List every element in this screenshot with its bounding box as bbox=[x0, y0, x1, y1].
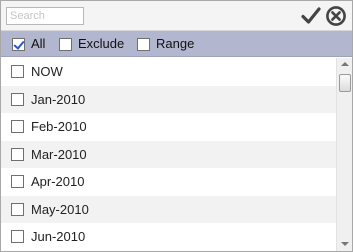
list-item-checkbox[interactable] bbox=[11, 92, 24, 106]
apply-button[interactable] bbox=[300, 5, 322, 27]
list-item-label: May-2010 bbox=[31, 201, 89, 217]
scroll-down-arrow-icon[interactable] bbox=[337, 237, 352, 251]
list-item-checkbox[interactable] bbox=[11, 147, 24, 161]
list-item-checkbox[interactable] bbox=[11, 230, 24, 244]
value-list: NOW Jan-2010 Feb-2010 Mar-2010 Apr-2010 … bbox=[1, 58, 336, 251]
list-item-checkbox[interactable] bbox=[11, 65, 24, 79]
all-checkbox[interactable] bbox=[12, 37, 25, 51]
list-item-label: Jun-2010 bbox=[31, 229, 86, 245]
list-item-label: Apr-2010 bbox=[31, 174, 85, 190]
list-item-checkbox[interactable] bbox=[11, 120, 24, 134]
list-item[interactable]: Feb-2010 bbox=[1, 113, 336, 141]
scroll-up-arrow-icon[interactable] bbox=[337, 58, 352, 72]
close-circle-icon bbox=[326, 6, 346, 26]
list-item[interactable]: Apr-2010 bbox=[1, 168, 336, 196]
list-item-label: Mar-2010 bbox=[31, 146, 87, 162]
list-item-label: Jan-2010 bbox=[31, 91, 86, 107]
range-checkbox[interactable] bbox=[137, 37, 150, 51]
search-input[interactable] bbox=[6, 7, 84, 25]
exclude-checkbox[interactable] bbox=[59, 37, 72, 51]
option-range[interactable]: Range bbox=[137, 37, 194, 51]
list-item-checkbox[interactable] bbox=[11, 202, 24, 216]
option-all-label: All bbox=[31, 36, 46, 51]
filter-toolbar bbox=[1, 1, 352, 31]
list-item-label: Feb-2010 bbox=[31, 119, 87, 135]
filter-mode-bar: All Exclude Range bbox=[1, 31, 352, 57]
filter-panel: All Exclude Range NOW Jan-2010 Feb-2010 … bbox=[0, 0, 353, 252]
list-item[interactable]: Mar-2010 bbox=[1, 140, 336, 168]
scrollbar-thumb[interactable] bbox=[339, 74, 351, 92]
close-button[interactable] bbox=[325, 5, 347, 27]
option-exclude-label: Exclude bbox=[78, 36, 125, 51]
option-exclude[interactable]: Exclude bbox=[59, 37, 124, 51]
option-range-label: Range bbox=[156, 36, 195, 51]
list-item[interactable]: Jun-2010 bbox=[1, 223, 336, 251]
list-item-label: NOW bbox=[31, 64, 63, 80]
list-item[interactable]: May-2010 bbox=[1, 195, 336, 223]
list-item[interactable]: NOW bbox=[1, 58, 336, 86]
list-item[interactable]: Jan-2010 bbox=[1, 85, 336, 113]
list-item-checkbox[interactable] bbox=[11, 175, 24, 189]
list-scrollbar[interactable] bbox=[336, 58, 352, 251]
checkmark-icon bbox=[301, 7, 321, 24]
option-all[interactable]: All bbox=[12, 37, 45, 51]
